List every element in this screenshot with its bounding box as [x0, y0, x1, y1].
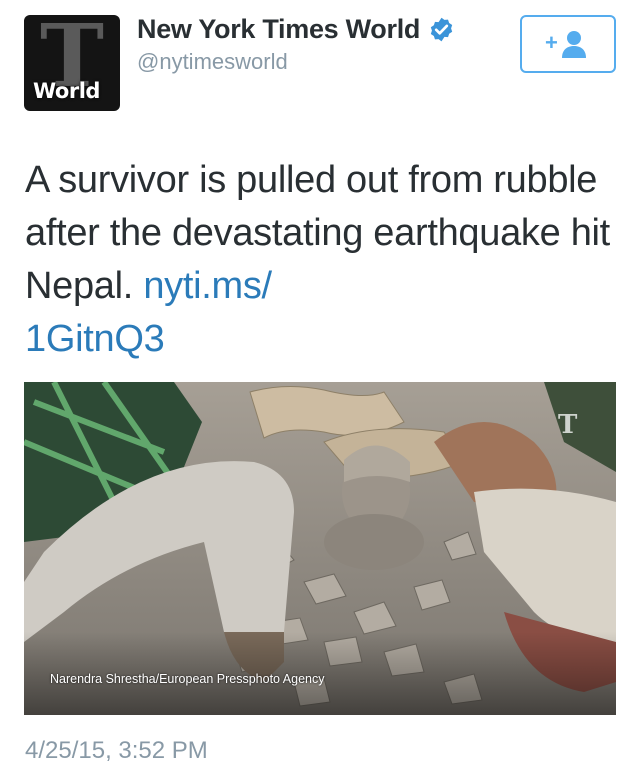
earthquake-rubble-photo — [24, 382, 616, 715]
follow-user-icon: + — [545, 30, 586, 58]
display-name-row: New York Times World — [137, 14, 455, 45]
svg-text:+: + — [545, 30, 558, 55]
photo-credit: Narendra Shrestha/European Pressphoto Ag… — [50, 672, 325, 686]
timestamp[interactable]: 4/25/15, 3:52 PM — [25, 737, 208, 765]
handle[interactable]: @nytimesworld — [137, 49, 455, 75]
follow-button[interactable]: + — [520, 15, 616, 73]
tweet-text: A survivor is pulled out from rubble aft… — [25, 154, 615, 366]
verified-badge-icon — [430, 17, 453, 42]
avatar-label: World — [33, 79, 100, 103]
user-block: New York Times World @nytimesworld — [137, 14, 455, 75]
tweet-body: A survivor is pulled out from rubble aft… — [25, 159, 610, 307]
nyt-watermark-icon: T — [558, 410, 578, 440]
avatar[interactable]: T World — [24, 15, 120, 111]
display-name[interactable]: New York Times World — [137, 14, 420, 45]
tweet-photo[interactable]: T Narendra Shrestha/European Pressphoto … — [24, 382, 616, 715]
